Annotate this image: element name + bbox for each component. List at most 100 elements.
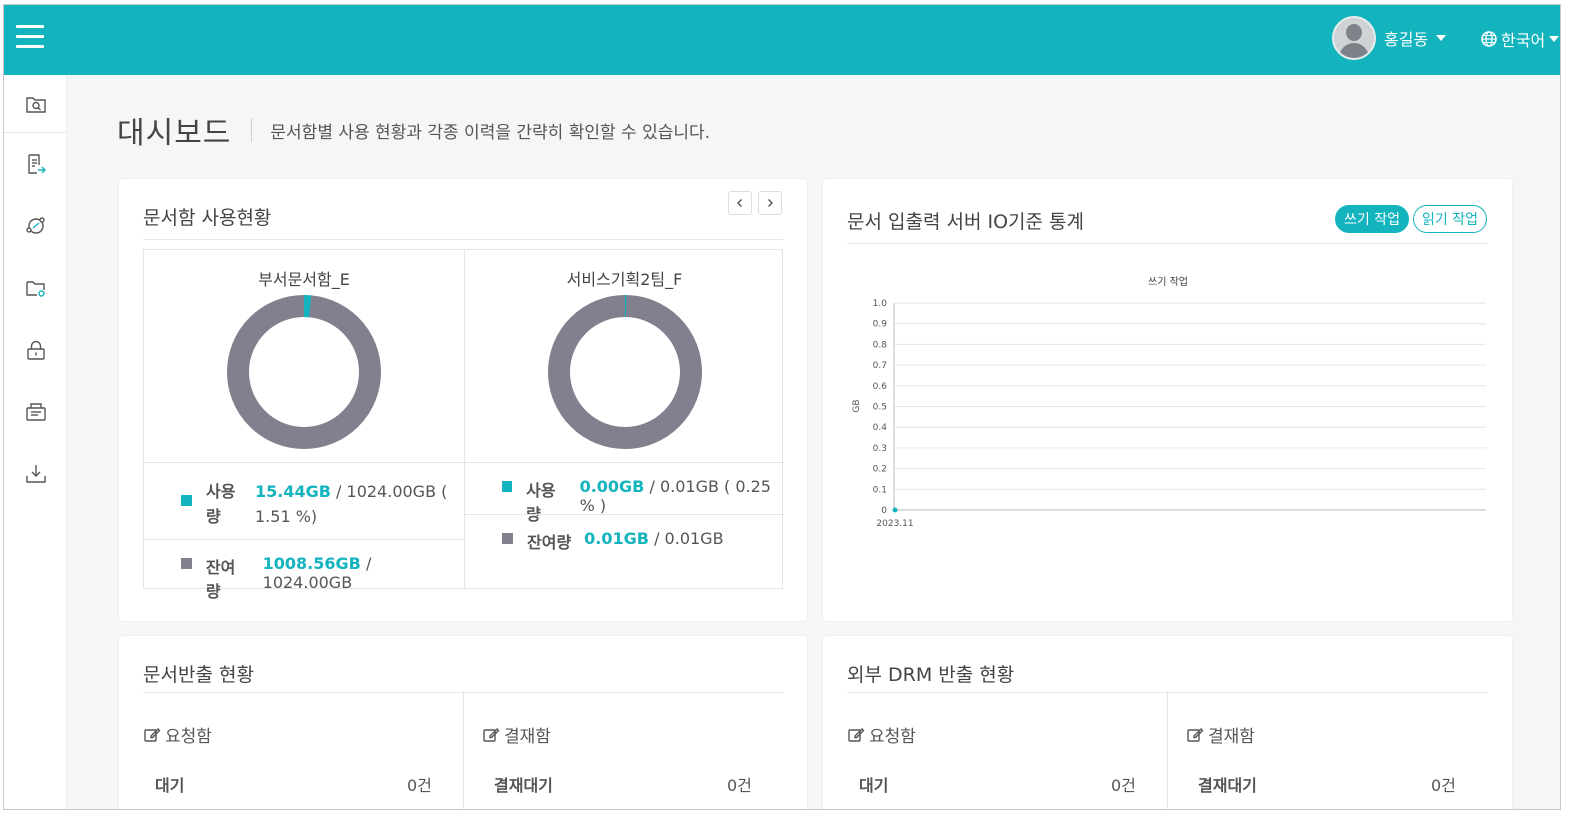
- remain-values: 1008.56GB / 1024.00GB: [263, 554, 464, 592]
- row-label: 결재대기: [1198, 776, 1257, 795]
- tab-read[interactable]: 읽기 작업: [1413, 205, 1487, 233]
- avatar: [1332, 16, 1376, 60]
- language-label: 한국어: [1501, 31, 1546, 50]
- usage-panel: 문서함 사용현황 부서문서함_E 사용량 15.44GB / 1024.00GB…: [119, 179, 807, 621]
- sidebar-item-share[interactable]: [4, 195, 67, 257]
- approval-box-title[interactable]: 결재함: [482, 722, 802, 747]
- sidebar-item-folder-settings[interactable]: [4, 257, 67, 319]
- chart-title: 쓰기 작업: [1148, 275, 1188, 288]
- page-title: 대시보드: [117, 116, 232, 151]
- used-row: 사용량 15.44GB / 1024.00GB ( 1.51 %): [144, 463, 464, 539]
- row-value: 0건: [407, 776, 432, 795]
- document-box-grid: 부서문서함_E 사용량 15.44GB / 1024.00GB ( 1.51 %…: [143, 249, 784, 601]
- sidebar-item-security[interactable]: [4, 319, 67, 381]
- panel-title: 외부 DRM 반출 현황: [847, 664, 1015, 686]
- edit-icon: [483, 727, 500, 742]
- edit-icon: [1187, 727, 1204, 742]
- sidebar-item-download[interactable]: [4, 443, 67, 505]
- approval-box-title[interactable]: 결재함: [1186, 722, 1506, 747]
- page-description: 문서함별 사용 현황과 각종 이력을 간략히 확인할 수 있습니다.: [270, 122, 711, 143]
- approval-box-section: 결재함 결재대기 0건: [1186, 706, 1506, 809]
- approval-box-label: 결재함: [1208, 727, 1255, 747]
- y-tick-label: 0.7: [873, 361, 887, 371]
- remain-legend-swatch: [181, 558, 192, 569]
- lock-icon: [26, 340, 45, 360]
- request-box-label: 요청함: [165, 727, 212, 747]
- y-tick-label: 0.2: [873, 465, 887, 475]
- io-line-chart: 쓰기 작업 GB 1.0 0.9 0.8 0.7 0.6 0.5 0.4 0.3 0.2 0.1 0…: [852, 275, 1486, 529]
- data-point[interactable]: [892, 507, 898, 513]
- edit-icon: [144, 727, 161, 742]
- folder-search-icon: [25, 96, 46, 113]
- approval-box-label: 결재함: [504, 727, 551, 747]
- inbox-document-icon: [25, 403, 46, 421]
- y-tick-label: 0.8: [873, 340, 888, 350]
- y-tick-label: 0.4: [873, 423, 888, 433]
- caret-down-icon: [1436, 35, 1447, 41]
- page-header: 대시보드 문서함별 사용 현황과 각종 이력을 간략히 확인할 수 있습니다.: [117, 108, 710, 152]
- drm-export-panel: 외부 DRM 반출 현황 요청함 대기 0건 결재함 결재대기 0건: [823, 636, 1512, 809]
- y-tick-label: 0.3: [873, 444, 887, 454]
- remain-legend-swatch: [502, 533, 513, 544]
- remain-total: / 0.01GB: [654, 529, 724, 548]
- io-stats-panel: 문서 입출력 서버 IO기준 통계 쓰기 작업 읽기 작업 쓰기 작업 GB 1…: [823, 179, 1512, 621]
- used-value: 15.44GB: [255, 482, 331, 501]
- sidebar-item-document-export[interactable]: [4, 133, 67, 195]
- box-name: 서비스기획2팀_F: [566, 270, 683, 289]
- chevron-right-icon: [768, 199, 773, 207]
- used-values: 0.00GB / 0.01GB ( 0.25 % ): [580, 477, 784, 515]
- row-label: 대기: [155, 776, 185, 795]
- remain-row: 잔여량 0.01GB / 0.01GB: [465, 514, 784, 564]
- hamburger-menu-icon[interactable]: [16, 25, 44, 49]
- request-box-title[interactable]: 요청함: [847, 722, 1167, 747]
- used-value: 0.00GB: [579, 477, 645, 496]
- usage-donut-chart: [227, 295, 381, 449]
- sidebar-item-inbox[interactable]: [4, 381, 67, 443]
- divider: [463, 691, 464, 809]
- row-label: 결재대기: [494, 776, 553, 795]
- y-tick-label: 0.9: [873, 320, 888, 330]
- row-value: 0건: [727, 776, 752, 795]
- prev-button[interactable]: [728, 191, 752, 215]
- y-tick-label: 0: [881, 506, 887, 516]
- remain-label: 잔여량: [527, 533, 572, 552]
- tab-write[interactable]: 쓰기 작업: [1335, 205, 1409, 233]
- row-value: 0건: [1431, 776, 1456, 795]
- used-row: 사용량 0.00GB / 0.01GB ( 0.25 % ): [465, 463, 784, 524]
- user-menu[interactable]: 홍길동: [1332, 15, 1447, 61]
- language-selector[interactable]: 한국어: [1481, 27, 1560, 51]
- document-box-card: 서비스기획2팀_F 사용량 0.00GB / 0.01GB ( 0.25 % ): [464, 250, 784, 588]
- used-label: 사용량: [206, 482, 236, 526]
- globe-icon: [1481, 31, 1497, 47]
- panel-title: 문서 입출력 서버 IO기준 통계: [847, 211, 1084, 233]
- used-values: 15.44GB / 1024.00GB ( 1.51 %): [255, 479, 463, 529]
- y-axis-label: GB: [852, 399, 862, 412]
- divider: [251, 118, 253, 142]
- document-export-icon: [27, 154, 46, 174]
- usage-donut-chart: [548, 295, 702, 449]
- remain-row: 잔여량 1008.56GB / 1024.00GB: [144, 539, 464, 601]
- remain-value: 1008.56GB: [262, 554, 361, 573]
- y-tick-label: 0.5: [873, 403, 887, 413]
- y-tick-label: 0.1: [873, 485, 887, 495]
- y-tick-label: 1.0: [873, 299, 888, 309]
- approval-box-section: 결재함 결재대기 0건: [482, 706, 802, 809]
- request-box-title[interactable]: 요청함: [143, 722, 463, 747]
- caret-down-icon: [1549, 36, 1560, 42]
- sidebar-item-document-search[interactable]: [4, 75, 67, 133]
- share-link-icon: [25, 217, 45, 234]
- next-button[interactable]: [758, 191, 782, 215]
- app-frame: 홍길동 한국어 대시보드 문서함별 사용 현황과 각종 이력을 간략히 확인할 …: [3, 4, 1561, 810]
- row-value: 0건: [1111, 776, 1136, 795]
- remain-value: 0.01GB: [584, 529, 649, 548]
- request-box-section: 요청함 대기 0건: [847, 706, 1167, 809]
- user-name: 홍길동: [1384, 30, 1429, 49]
- request-box-label: 요청함: [869, 727, 916, 747]
- used-legend-swatch: [181, 495, 192, 506]
- top-bar: 홍길동 한국어: [4, 5, 1560, 75]
- panel-title: 문서함 사용현황: [143, 207, 272, 229]
- row-label: 대기: [859, 776, 889, 795]
- donut-remaining-slice: [227, 295, 381, 449]
- divider: [143, 239, 783, 240]
- download-icon: [25, 465, 46, 483]
